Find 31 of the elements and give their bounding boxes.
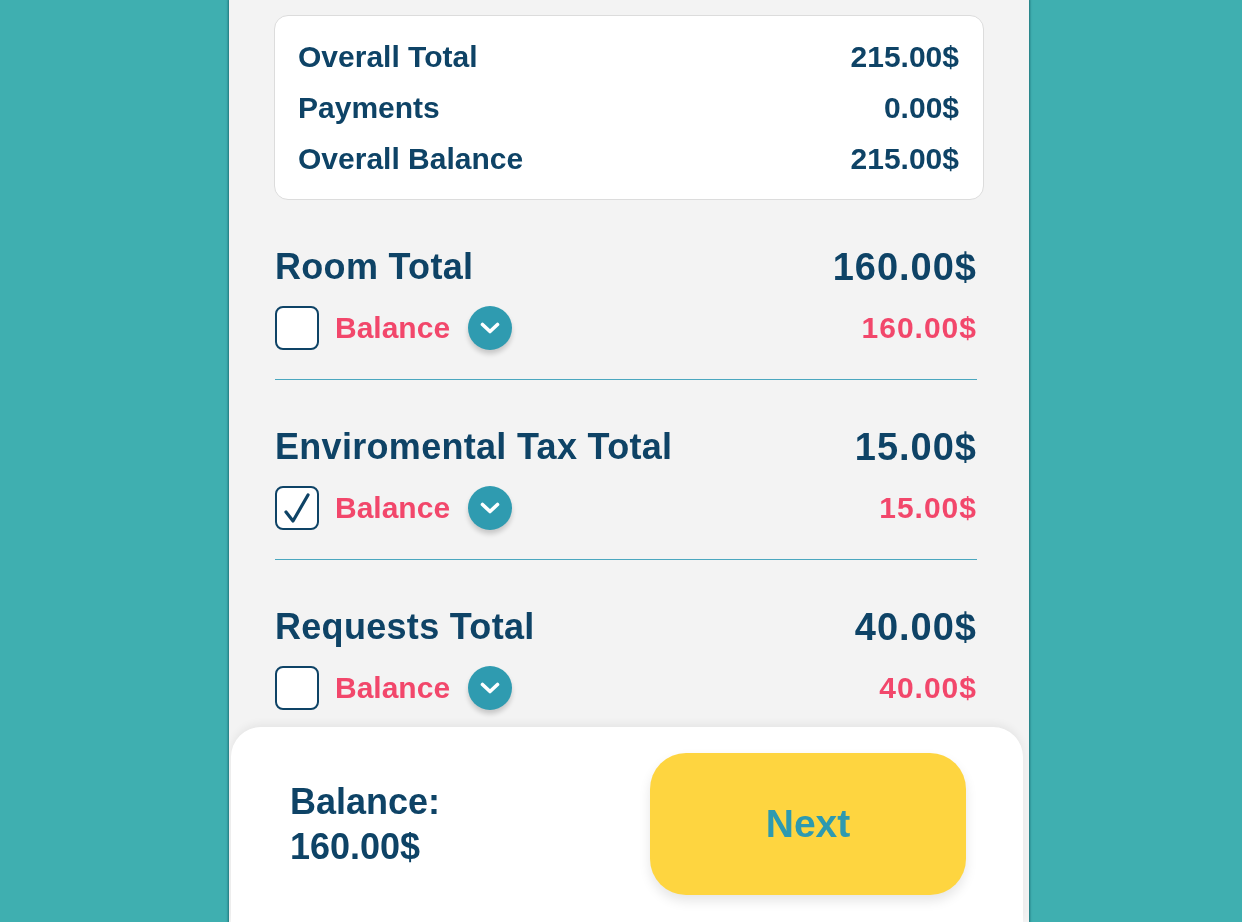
summary-label: Overall Balance <box>298 141 524 176</box>
chevron-down-icon <box>480 322 501 334</box>
balance-value: 15.00$ <box>879 491 977 525</box>
balance-value: 40.00$ <box>879 671 977 705</box>
checkbox[interactable] <box>275 486 319 530</box>
section-total: 15.00$ <box>854 425 977 469</box>
summary-label: Payments <box>298 90 440 125</box>
section-total: 160.00$ <box>832 245 977 289</box>
summary-value: 215.00$ <box>850 39 959 74</box>
summary-value: 0.00$ <box>883 90 959 125</box>
expand-button[interactable] <box>468 486 513 530</box>
summary-value: 215.00$ <box>850 141 959 176</box>
checkbox[interactable] <box>275 666 319 710</box>
balance-label: Balance <box>335 671 451 705</box>
balance-label: Balance <box>335 311 451 345</box>
next-button[interactable]: Next <box>650 753 966 895</box>
footer-balance-value: 160.00$ <box>290 825 422 869</box>
section-title: Enviromental Tax Total <box>275 426 673 468</box>
chevron-down-icon <box>480 682 501 694</box>
balance-label: Balance <box>335 491 451 525</box>
footer-balance-label: Balance: <box>290 780 441 824</box>
section-title: Room Total <box>275 246 474 288</box>
chevron-down-icon <box>480 502 501 514</box>
checkbox[interactable] <box>275 306 319 350</box>
expand-button[interactable] <box>468 306 513 350</box>
check-icon <box>284 493 310 523</box>
expand-button[interactable] <box>468 666 513 710</box>
balance-value: 160.00$ <box>861 311 977 345</box>
summary-label: Overall Total <box>298 39 478 74</box>
section-title: Requests Total <box>275 606 535 648</box>
section-total: 40.00$ <box>854 605 977 649</box>
